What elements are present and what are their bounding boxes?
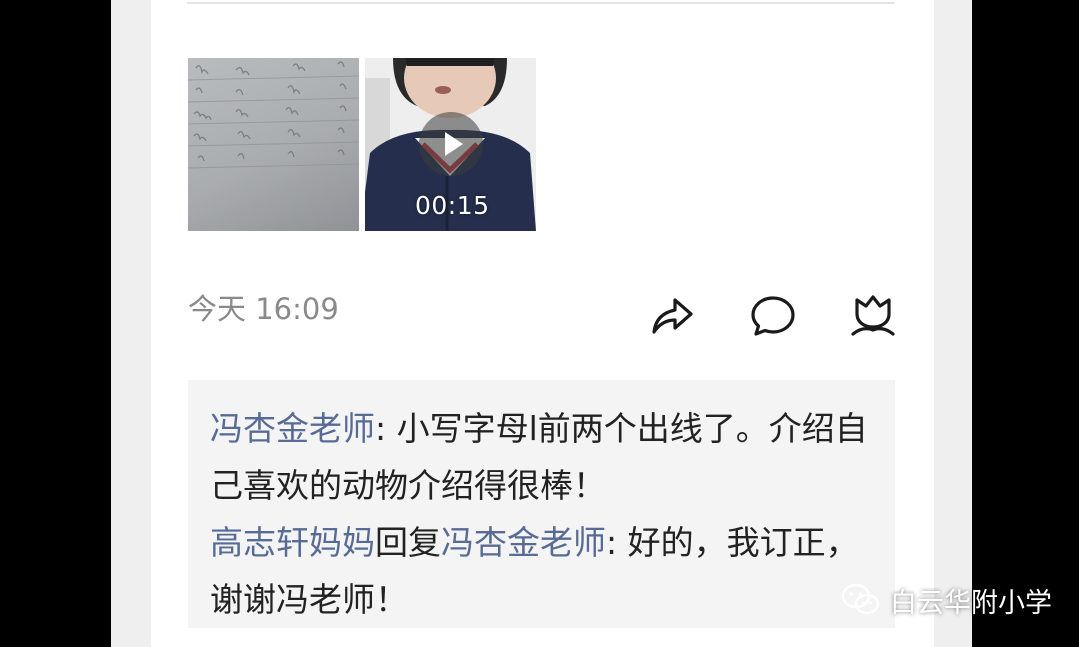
divider (187, 2, 895, 4)
wechat-icon (841, 583, 880, 615)
comment-reply-to[interactable]: 冯杏金老师 (441, 523, 606, 562)
comment-separator: : (375, 409, 397, 448)
photo-thumbnail[interactable] (188, 58, 359, 231)
watermark: 白云华附小学 (840, 579, 1052, 621)
watermark-text: 白云华附小学 (890, 587, 1052, 619)
post-timestamp: 今天 16:09 (188, 292, 339, 326)
comment-item[interactable]: 冯杏金老师: 小写字母l前两个出线了。介绍自己喜欢的动物介绍得很棒！ (210, 400, 880, 514)
comment-icon[interactable] (749, 292, 797, 340)
comment-reply-word: 回复 (375, 523, 441, 562)
play-button[interactable] (419, 112, 483, 176)
tulip-like-icon[interactable] (849, 292, 897, 340)
video-thumbnail[interactable]: 00:15 (365, 58, 536, 231)
handwriting-letters-photo (188, 61, 359, 169)
right-margin (934, 0, 972, 647)
comment-author[interactable]: 高志轩妈妈 (210, 523, 375, 562)
comment-separator: : (606, 523, 628, 562)
left-margin (111, 0, 151, 647)
share-icon[interactable] (648, 292, 696, 340)
video-duration: 00:15 (415, 191, 490, 220)
comment-item[interactable]: 高志轩妈妈回复冯杏金老师: 好的，我订正，谢谢冯老师！ (210, 514, 880, 628)
comments-section: 冯杏金老师: 小写字母l前两个出线了。介绍自己喜欢的动物介绍得很棒！ 高志轩妈妈… (188, 380, 895, 628)
comment-author[interactable]: 冯杏金老师 (210, 409, 375, 448)
play-icon (445, 132, 463, 156)
